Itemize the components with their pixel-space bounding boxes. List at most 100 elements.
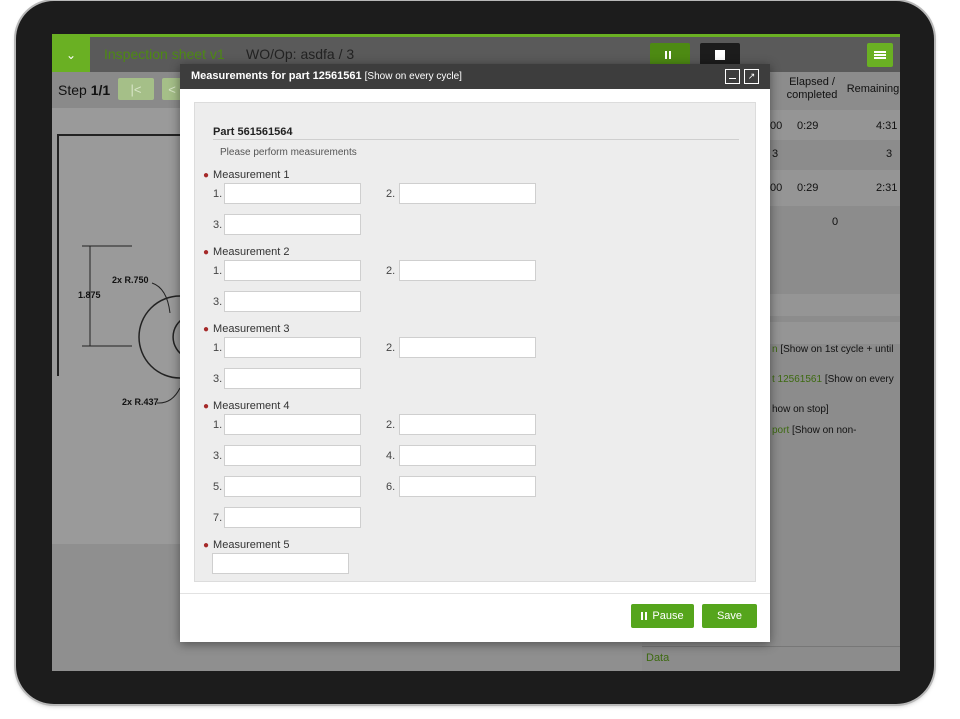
required-dot-icon: ● [203,401,210,412]
list-item[interactable]: t 12561561 [Show on every [772,374,894,385]
step-label: Step [58,82,87,98]
measurement-1-input-3[interactable] [224,214,361,235]
list-item[interactable]: n [Show on 1st cycle + until [772,344,893,355]
required-dot-icon: ● [203,247,210,258]
field-number-label: 3. [213,296,223,308]
measurement-3-input-3[interactable] [224,368,361,389]
measurement-label-text: Measurement 2 [213,246,290,258]
measurement-2-input-1[interactable] [224,260,361,281]
measurement-label-text: Measurement 4 [213,400,290,412]
field-number-label: 1. [213,419,223,431]
required-dot-icon: ● [203,170,210,181]
instructions-text: Please perform measurements [220,147,357,158]
hamburger-menu-button[interactable] [867,43,893,67]
row-remaining: 3 [886,148,893,160]
pause-button[interactable]: Pause [631,604,694,628]
measurement-3-input-1[interactable] [224,337,361,358]
measurement-2-input-3[interactable] [224,291,361,312]
measurement-label: ● Measurement 4 [203,400,289,412]
measurement-5-input[interactable] [212,553,349,574]
list-item-text: [Show on every [822,374,894,385]
measurements-dialog: Measurements for part 12561561 [Show on … [180,64,770,642]
measurement-4-input-6[interactable] [399,476,536,497]
measurement-label: ● Measurement 5 [203,539,289,551]
field-number-label: 1. [213,188,223,200]
field-number-label: 4. [386,450,396,462]
dialog-title: Measurements for part 12561561 [Show on … [191,70,462,82]
measurement-label-text: Measurement 1 [213,169,290,181]
app-title: Inspection sheet v1 [104,46,225,62]
measurement-label: ● Measurement 3 [203,323,289,335]
field-number-label: 1. [213,342,223,354]
field-number-label: 3. [213,219,223,231]
maximize-button[interactable]: ↗ [744,69,759,84]
measurement-label: ● Measurement 2 [203,246,289,258]
list-item-link: port [772,425,790,436]
dim-radius-437: 2x R.437 [122,397,159,407]
first-step-icon: |< [130,81,142,97]
dialog-header: Measurements for part 12561561 [Show on … [180,64,770,89]
measurement-4-input-4[interactable] [399,445,536,466]
row-elapsed: 0:29 [797,120,819,132]
field-number-label: 5. [213,481,223,493]
part-title: Part 561561564 [213,126,293,138]
field-number-label: 2. [386,265,396,277]
list-item-text: [Show on 1st cycle + until [777,344,894,355]
measurement-2-input-2[interactable] [399,260,536,281]
chevron-down-icon[interactable]: ⌄ [52,37,90,72]
stop-icon [715,50,725,60]
remaining-header: Remaining [846,83,900,95]
field-number-label: 3. [213,450,223,462]
measurement-label: ● Measurement 1 [203,169,289,181]
measurement-4-input-3[interactable] [224,445,361,466]
first-step-button[interactable]: |< [118,78,154,100]
pause-button-label: Pause [652,610,684,622]
measurement-4-input-2[interactable] [399,414,536,435]
divider [213,139,739,140]
measurement-1-input-1[interactable] [224,183,361,204]
wo-op-label: WO/Op: asdfa / 3 [246,46,355,62]
field-number-label: 2. [386,419,396,431]
minimize-button[interactable] [725,69,740,84]
pause-icon [664,51,671,59]
dim-radius-750: 2x R.750 [112,275,149,285]
required-dot-icon: ● [203,540,210,551]
dialog-body: Part 561561564 Please perform measuremen… [194,102,756,582]
field-number-label: 7. [213,512,223,524]
prev-step-icon: < [168,81,176,97]
expand-icon: ↗ [747,71,756,81]
list-item[interactable]: how on stop] [772,404,829,415]
list-item[interactable]: port [Show on non- [772,425,857,436]
step-indicator: Step 1/1 [58,82,110,98]
measurement-4-input-5[interactable] [224,476,361,497]
measurement-4-input-7[interactable] [224,507,361,528]
field-number-label: 3. [213,373,223,385]
measurement-1-input-2[interactable] [399,183,536,204]
dim-height: 1.875 [78,290,101,300]
row-elapsed: 0:29 [797,182,819,194]
measurement-label-text: Measurement 3 [213,323,290,335]
row-remaining: 2:31 [876,182,898,194]
required-dot-icon: ● [203,324,210,335]
data-footer[interactable]: Data [642,646,900,671]
prev-step-button[interactable]: < [162,78,182,100]
measurement-3-input-2[interactable] [399,337,536,358]
row-cell: 3 [772,148,779,160]
field-number-label: 2. [386,342,396,354]
data-footer-label: Data [646,652,670,664]
row-elapsed: 0 [832,216,839,228]
save-button[interactable]: Save [702,604,757,628]
menu-icon [874,51,886,59]
measurement-4-input-1[interactable] [224,414,361,435]
dialog-subtitle: [Show on every cycle] [364,71,462,82]
field-number-label: 2. [386,188,396,200]
measurement-label-text: Measurement 5 [213,539,290,551]
list-item-text: [Show on non- [789,425,857,436]
step-value: 1/1 [90,82,111,98]
row-cell: 00 [770,182,783,194]
row-cell: 00 [770,120,783,132]
list-item-text: how on stop] [772,404,829,415]
pause-icon [641,612,648,620]
footer-divider [180,593,770,594]
elapsed-header: Elapsed / completed [786,76,838,101]
